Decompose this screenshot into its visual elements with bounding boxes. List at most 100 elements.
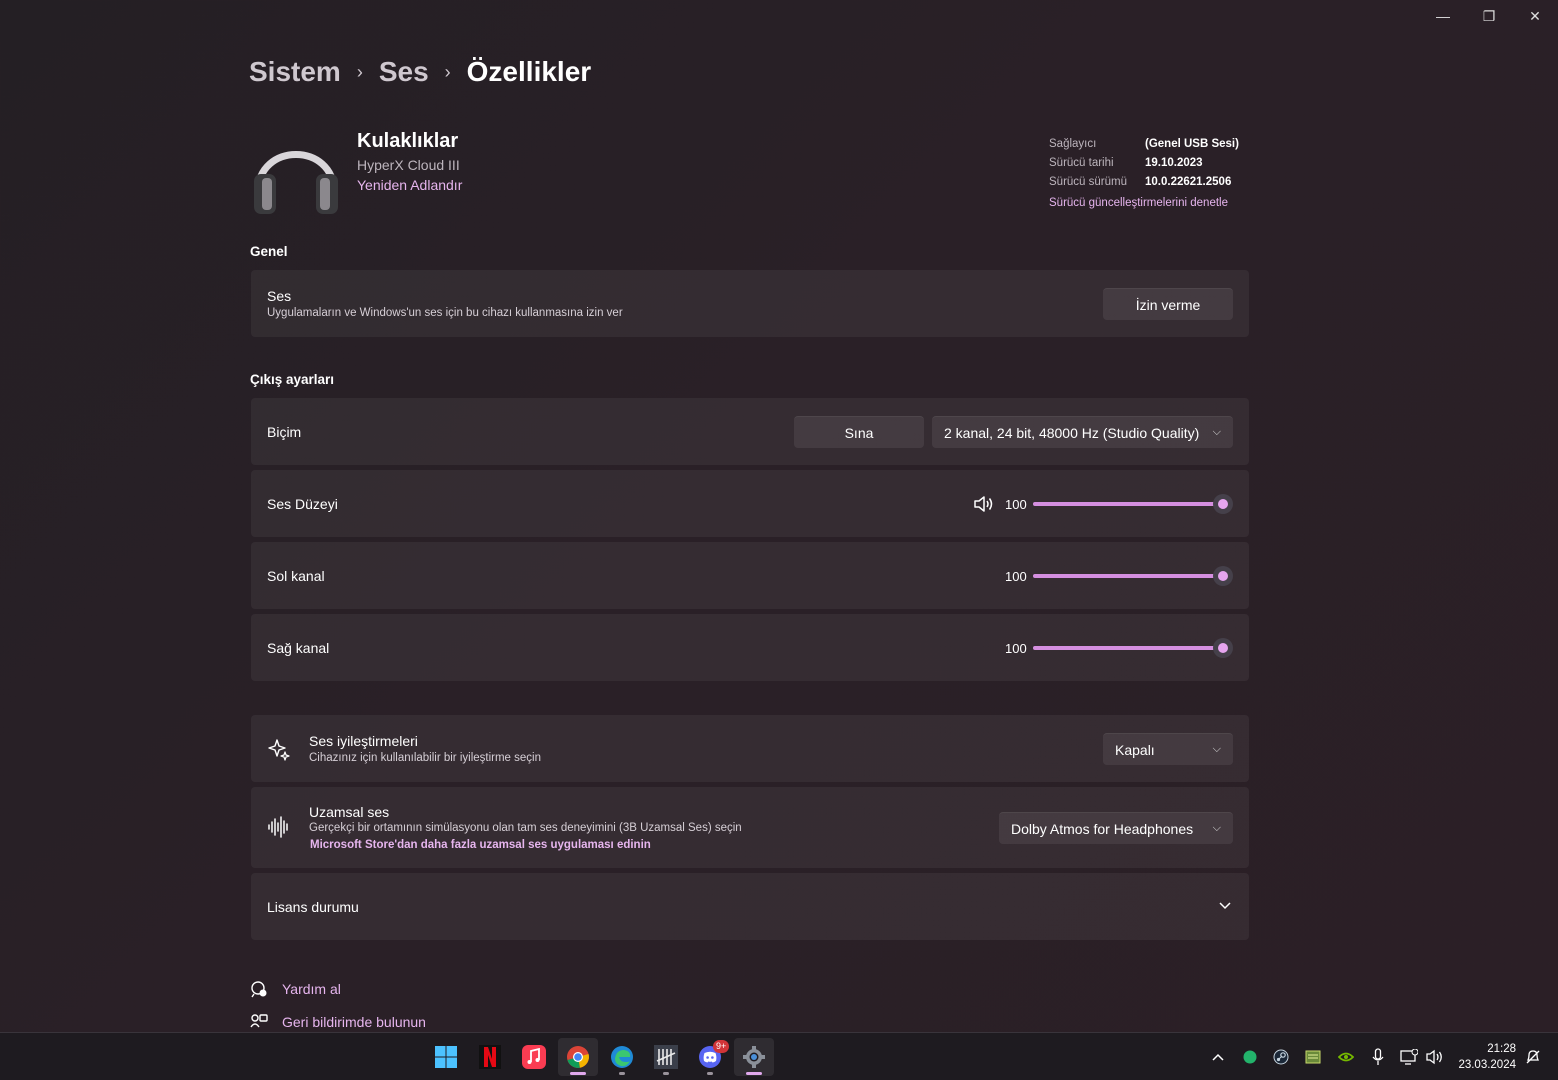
edge-app[interactable] — [602, 1038, 642, 1076]
edge-icon — [611, 1046, 633, 1068]
clock-date: 23.03.2024 — [1458, 1059, 1516, 1071]
driver-date-label: Sürücü tarihi — [1049, 156, 1114, 169]
rename-link[interactable]: Yeniden Adlandır — [357, 177, 462, 193]
notification-bell-icon — [1526, 1049, 1540, 1063]
get-help-link[interactable]: Yardım al — [250, 980, 341, 998]
tray-app-monitor[interactable] — [1302, 1033, 1324, 1080]
volume-icon — [1426, 1049, 1442, 1064]
netflix-app[interactable] — [470, 1038, 510, 1076]
discord-badge: 9+ — [713, 1040, 730, 1053]
enhancements-title: Ses iyileştirmeleri — [309, 733, 418, 749]
section-title-general: Genel — [250, 244, 288, 259]
driver-date-value: 19.10.2023 — [1145, 156, 1203, 169]
chevron-down-icon[interactable] — [1219, 901, 1231, 911]
tray-network[interactable] — [1398, 1033, 1420, 1080]
driver-version-label: Sürücü sürümü — [1049, 175, 1127, 188]
driver-info: Sağlayıcı (Genel USB Sesi) Sürücü tarihi 1… — [1049, 134, 1239, 212]
right-channel-label: Sağ kanal — [267, 640, 330, 656]
feedback-icon — [250, 1014, 268, 1028]
sparkle-icon — [268, 739, 290, 761]
left-channel-card: Sol kanal 100 — [251, 542, 1249, 609]
volume-card: Ses Düzeyi 100 — [251, 470, 1249, 537]
chevron-right-icon: › — [356, 61, 363, 82]
spatial-sound-title: Uzamsal ses — [309, 804, 390, 820]
left-channel-value: 100 — [1005, 569, 1027, 584]
tray-notifications[interactable] — [1522, 1033, 1544, 1080]
test-button[interactable]: Sına — [794, 416, 924, 448]
deny-button[interactable]: İzin verme — [1103, 288, 1233, 320]
tray-nvidia[interactable] — [1334, 1033, 1358, 1080]
enhancements-dropdown[interactable]: Kapalı ⌵ — [1103, 733, 1233, 765]
chevron-down-icon: ⌵ — [1212, 426, 1221, 438]
tray-volume[interactable] — [1424, 1033, 1446, 1080]
clock-time: 21:28 — [1487, 1043, 1516, 1055]
volume-label: Ses Düzeyi — [267, 496, 338, 512]
format-dropdown[interactable]: 2 kanal, 24 bit, 48000 Hz (Studio Qualit… — [932, 416, 1233, 448]
steam-icon — [1273, 1049, 1289, 1064]
chevron-down-icon: ⌵ — [1212, 822, 1221, 834]
spatial-sound-dropdown[interactable]: Dolby Atmos for Headphones ⌵ — [999, 812, 1233, 844]
right-channel-slider-track[interactable] — [1033, 646, 1215, 650]
chrome-app[interactable] — [558, 1038, 598, 1076]
tray-status-icon[interactable] — [1240, 1033, 1260, 1080]
taskbar: 9+ 21:28 23.03.2024 — [0, 1032, 1558, 1080]
enhancements-card: Ses iyileştirmeleri Cihazınız için kulla… — [251, 715, 1249, 782]
status-dot-icon — [1243, 1050, 1257, 1063]
provider-label: Sağlayıcı — [1049, 137, 1097, 150]
enhancements-subtitle: Cihazınız için kullanılabilir bir iyileş… — [309, 752, 541, 764]
chevron-right-icon: › — [444, 61, 451, 82]
windows-start-button[interactable] — [426, 1038, 466, 1076]
waveform-icon — [268, 816, 288, 838]
monitor-app-icon — [1305, 1050, 1321, 1063]
music-icon — [522, 1045, 546, 1069]
device-model: HyperX Cloud III — [357, 157, 460, 173]
page-title: Özellikler — [466, 56, 592, 87]
spatial-sound-card: Uzamsal ses Gerçekçi bir ortamının simül… — [251, 787, 1249, 868]
right-channel-value: 100 — [1005, 641, 1027, 656]
settings-app[interactable] — [734, 1038, 774, 1076]
device-name: Kulaklıklar — [357, 130, 459, 152]
taskbar-clock[interactable]: 21:28 23.03.2024 — [1458, 1041, 1516, 1073]
dead-by-daylight-app[interactable] — [646, 1038, 686, 1076]
license-card[interactable]: Lisans durumu — [251, 873, 1249, 940]
network-icon — [1400, 1048, 1418, 1065]
discord-app[interactable]: 9+ — [690, 1038, 730, 1076]
enhancements-dropdown-value: Kapalı — [1115, 741, 1155, 758]
breadcrumb-item-ses[interactable]: Ses — [379, 56, 429, 88]
chevron-up-icon — [1212, 1053, 1224, 1061]
spatial-sound-subtitle: Gerçekçi bir ortamının simülasyonu olan … — [309, 822, 742, 834]
breadcrumb: Sistem › Ses › Özellikler — [249, 56, 591, 88]
breadcrumb-item-sistem[interactable]: Sistem — [249, 56, 341, 88]
netflix-icon — [479, 1045, 501, 1069]
minimize-button[interactable]: — — [1420, 0, 1466, 32]
help-icon — [251, 981, 267, 998]
volume-slider-track[interactable] — [1033, 502, 1215, 506]
window-controls: — ❐ ✕ — [1420, 0, 1558, 32]
provider-value: (Genel USB Sesi) — [1145, 137, 1239, 150]
restore-button[interactable]: ❐ — [1466, 0, 1512, 32]
volume-slider-thumb[interactable] — [1213, 494, 1233, 514]
license-title: Lisans durumu — [267, 899, 359, 915]
speaker-icon[interactable] — [973, 494, 995, 514]
format-dropdown-value: 2 kanal, 24 bit, 48000 Hz (Studio Qualit… — [944, 424, 1200, 441]
volume-value: 100 — [1005, 497, 1027, 512]
nvidia-icon — [1338, 1052, 1354, 1061]
driver-update-link[interactable]: Sürücü güncelleştirmelerini denetle — [1049, 193, 1239, 212]
feedback-link[interactable]: Geri bildirimde bulunun — [250, 1013, 426, 1031]
headphones-icon — [254, 151, 338, 214]
device-header: Kulaklıklar HyperX Cloud III Yeniden Adl… — [250, 122, 462, 218]
microphone-icon — [1372, 1047, 1384, 1065]
windows-logo-icon — [435, 1046, 457, 1068]
tray-overflow-button[interactable] — [1206, 1033, 1230, 1080]
apple-music-app[interactable] — [514, 1038, 554, 1076]
feedback-label: Geri bildirimde bulunun — [282, 1014, 426, 1030]
left-channel-slider-thumb[interactable] — [1213, 566, 1233, 586]
spatial-store-link[interactable]: Microsoft Store'dan daha fazla uzamsal s… — [310, 839, 651, 851]
gear-icon — [743, 1046, 765, 1068]
right-channel-slider-thumb[interactable] — [1213, 638, 1233, 658]
tray-steam[interactable] — [1270, 1033, 1292, 1080]
chrome-icon — [567, 1046, 589, 1068]
tray-microphone[interactable] — [1368, 1033, 1388, 1080]
close-button[interactable]: ✕ — [1512, 0, 1558, 32]
left-channel-slider-track[interactable] — [1033, 574, 1215, 578]
